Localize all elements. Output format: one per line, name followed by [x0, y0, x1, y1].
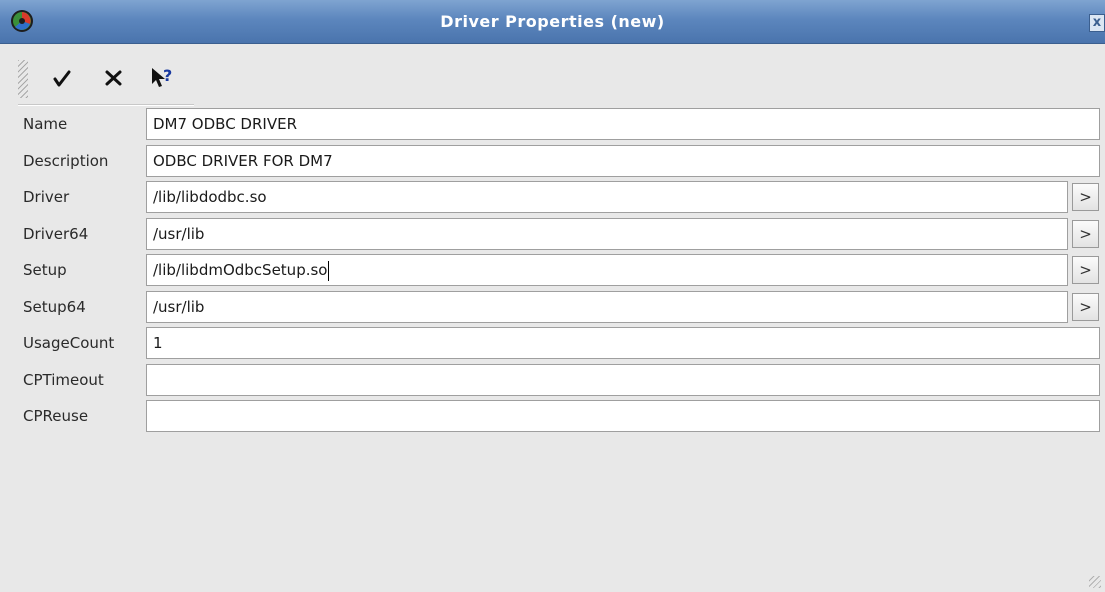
form-row-setup: Setup/lib/libdmOdbcSetup.so >	[0, 254, 1105, 286]
setup64-input-value: /usr/lib	[153, 298, 205, 316]
whats-this-help-icon: ?	[152, 66, 172, 87]
field-label-setup: Setup	[23, 261, 67, 279]
setup64-browse-button[interactable]: >	[1072, 293, 1099, 321]
field-label-setup64: Setup64	[23, 298, 86, 316]
field-label-driver: Driver	[23, 188, 70, 206]
svg-text:?: ?	[163, 66, 172, 85]
setup-input-value: /lib/libdmOdbcSetup.so	[153, 261, 328, 279]
title-bar[interactable]: Driver Properties (new) x	[0, 0, 1105, 44]
name-input-value: DM7 ODBC DRIVER	[153, 115, 297, 133]
cptimeout-input[interactable]	[146, 364, 1100, 396]
field-label-driver64: Driver64	[23, 225, 89, 243]
ok-button[interactable]	[48, 64, 76, 92]
whats-this-help-button[interactable]: ?	[148, 64, 176, 92]
description-input-value: ODBC DRIVER FOR DM7	[153, 152, 333, 170]
driver-input-value: /lib/libdodbc.so	[153, 188, 267, 206]
field-label-cpreuse: CPReuse	[23, 407, 89, 425]
driver64-browse-button[interactable]: >	[1072, 220, 1099, 248]
usagecount-input[interactable]: 1	[146, 327, 1100, 359]
text-cursor	[328, 260, 330, 281]
setup64-input[interactable]: /usr/lib	[146, 291, 1068, 323]
driver-properties-window: Driver Properties (new) x ? Name DM7 ODBC…	[0, 0, 1105, 592]
cpreuse-input[interactable]	[146, 400, 1100, 432]
field-label-usagecount: UsageCount	[23, 334, 115, 352]
form-row-driver64: Driver64/usr/lib >	[0, 218, 1105, 250]
form-row-cptimeout: CPTimeout	[0, 364, 1105, 396]
field-label-cptimeout: CPTimeout	[23, 371, 104, 389]
driver-browse-button[interactable]: >	[1072, 183, 1099, 211]
usagecount-input-value: 1	[153, 334, 163, 352]
description-input[interactable]: ODBC DRIVER FOR DM7	[146, 145, 1100, 177]
window-title: Driver Properties (new)	[440, 12, 665, 31]
cancel-button[interactable]	[100, 64, 128, 92]
field-label-description: Description	[23, 152, 109, 170]
field-label-name: Name	[23, 115, 68, 133]
form-row-name: Name DM7 ODBC DRIVER	[0, 108, 1105, 140]
resize-grip-handle[interactable]	[1089, 576, 1101, 588]
form-row-cpreuse: CPReuse	[0, 400, 1105, 432]
name-input[interactable]: DM7 ODBC DRIVER	[146, 108, 1100, 140]
setup-input[interactable]: /lib/libdmOdbcSetup.so	[146, 254, 1068, 286]
toolbar-grip-handle[interactable]	[18, 60, 28, 98]
x-cross-icon	[105, 70, 122, 86]
form-row-description: Description ODBC DRIVER FOR DM7	[0, 145, 1105, 177]
checkmark-icon	[53, 70, 71, 87]
form-row-usagecount: UsageCount 1	[0, 327, 1105, 359]
toolbar: ?	[18, 58, 194, 105]
setup-browse-button[interactable]: >	[1072, 256, 1099, 284]
driver64-input-value: /usr/lib	[153, 225, 205, 243]
form-row-driver: Driver/lib/libdodbc.so >	[0, 181, 1105, 213]
driver-input[interactable]: /lib/libdodbc.so	[146, 181, 1068, 213]
driver64-input[interactable]: /usr/lib	[146, 218, 1068, 250]
close-button[interactable]: x	[1089, 14, 1105, 32]
form-row-setup64: Setup64/usr/lib >	[0, 291, 1105, 323]
